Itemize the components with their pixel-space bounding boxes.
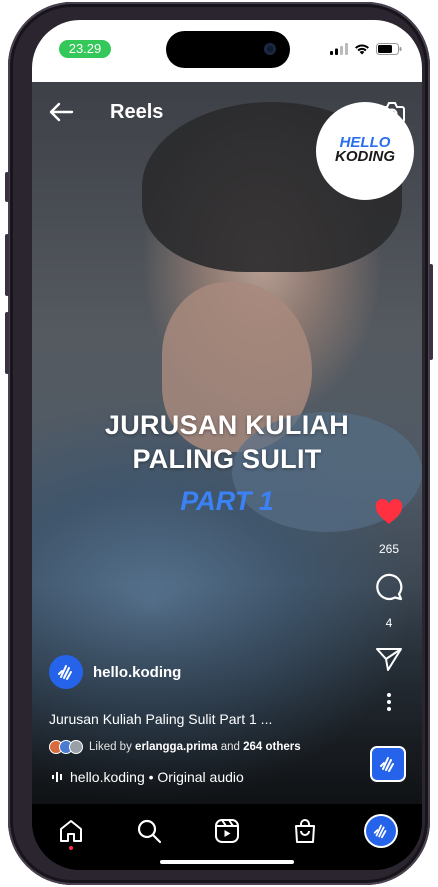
home-active-dot <box>69 846 73 850</box>
video-headline: JURUSAN KULIAH PALING SULIT <box>32 408 422 476</box>
liked-user[interactable]: erlangga.prima <box>135 741 217 753</box>
wave-hand-icon <box>380 757 394 772</box>
nav-profile[interactable] <box>366 816 396 846</box>
page-title: Reels <box>110 101 164 123</box>
audio-row[interactable]: hello.koding • Original audio <box>52 768 244 786</box>
comment-button[interactable] <box>366 572 412 605</box>
liked-by-row[interactable]: Liked by erlangga.prima and 264 others <box>49 739 301 755</box>
screen: 23.29 Reels HELLO KODING JURUSAN KULIAH … <box>32 20 422 870</box>
nav-home[interactable] <box>56 816 86 846</box>
wave-hand-icon <box>373 824 387 839</box>
volume-up-button <box>5 234 9 296</box>
liked-by-text: Liked by erlangga.prima and 264 others <box>89 741 301 753</box>
nav-shop[interactable] <box>290 816 320 846</box>
power-button <box>429 264 433 360</box>
logo-line2: KODING <box>335 148 395 165</box>
post-caption[interactable]: Jurusan Kuliah Paling Sulit Part 1 ... <box>49 711 272 727</box>
logo-wordmark: HELLO KODING <box>316 135 414 165</box>
shopping-bag-icon <box>295 819 315 843</box>
status-bar: 23.29 <box>32 20 422 82</box>
cellular-signal-icon <box>330 43 348 55</box>
like-button[interactable] <box>366 498 412 529</box>
like-count: 265 <box>378 542 400 556</box>
status-icons <box>330 42 402 56</box>
liked-and: and <box>220 741 240 753</box>
wifi-icon <box>355 44 369 55</box>
battery-icon <box>376 43 402 55</box>
more-options-button[interactable] <box>366 692 412 715</box>
wave-hand-icon <box>58 665 72 680</box>
phone-frame: 23.29 Reels HELLO KODING JURUSAN KULIAH … <box>5 2 433 885</box>
liked-prefix: Liked by <box>89 741 132 753</box>
reel-video[interactable]: Reels HELLO KODING JURUSAN KULIAH PALING… <box>32 82 422 804</box>
back-button[interactable] <box>46 100 76 124</box>
home-indicator[interactable] <box>160 860 294 864</box>
nav-reels[interactable] <box>212 816 242 846</box>
author-name[interactable]: hello.koding <box>93 664 181 681</box>
hello-koding-logo: HELLO KODING <box>316 102 414 200</box>
dynamic-island <box>166 31 290 68</box>
status-time[interactable]: 23.29 <box>59 40 111 58</box>
paper-plane-icon <box>376 648 402 671</box>
profile-avatar-icon <box>366 816 396 846</box>
arrow-left-icon <box>49 102 74 122</box>
headline-line1: JURUSAN KULIAH <box>104 410 350 440</box>
action-button <box>5 172 9 202</box>
comment-bubble-icon <box>376 573 403 601</box>
headline-part: PART 1 <box>180 486 274 516</box>
reels-icon <box>215 819 239 843</box>
liker-avatar <box>69 740 83 754</box>
more-vertical-icon <box>387 693 391 711</box>
audio-text: hello.koding • Original audio <box>70 769 244 785</box>
home-icon <box>60 820 82 842</box>
audio-wave-icon <box>52 772 62 782</box>
liked-others[interactable]: 264 others <box>243 741 301 753</box>
comment-count: 4 <box>385 616 393 630</box>
share-button[interactable] <box>366 646 412 675</box>
search-icon <box>137 819 162 844</box>
front-camera <box>264 43 276 55</box>
audio-thumbnail[interactable] <box>370 746 406 782</box>
author-row[interactable]: hello.koding <box>49 655 181 689</box>
volume-down-button <box>5 312 9 374</box>
heart-filled-icon <box>375 499 403 524</box>
nav-search[interactable] <box>134 816 164 846</box>
headline-line2: PALING SULIT <box>132 444 322 474</box>
author-avatar[interactable] <box>49 655 83 689</box>
